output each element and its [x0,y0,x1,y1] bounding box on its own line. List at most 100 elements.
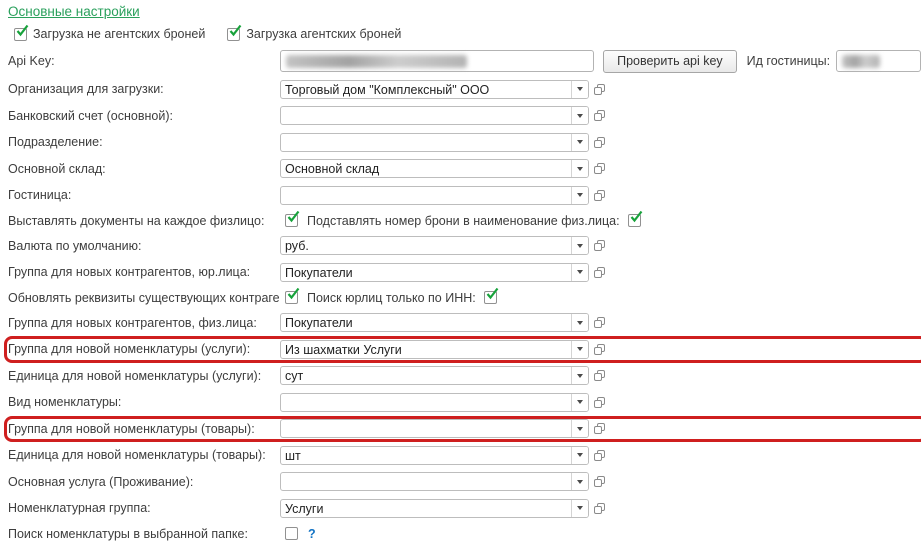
check-icon [286,287,302,303]
field-label: Группа для новой номенклатуры (услуги): [8,342,280,356]
open-icon[interactable] [592,188,607,203]
combo-input[interactable] [280,186,589,205]
combo-input[interactable]: Услуги [280,499,589,518]
api-key-label: Api Key: [8,54,280,68]
field-label: Группа для новых контрагентов, юр.лица: [8,265,280,279]
combo-input[interactable]: сут [280,366,589,385]
check-icon [629,210,645,226]
chevron-down-icon[interactable] [571,367,588,384]
combo-input[interactable]: Торговый дом "Комплексный" ООО [280,80,589,99]
combo-input[interactable]: Из шахматки Услуги [280,340,589,359]
settings-row: Основная услуга (Проживание): [0,469,921,496]
open-icon[interactable] [592,501,607,516]
combo-value[interactable]: Покупатели [281,264,571,281]
chevron-down-icon[interactable] [571,420,588,437]
chevron-down-icon[interactable] [571,107,588,124]
help-icon[interactable]: ? [308,527,316,541]
combo-value[interactable]: Услуги [281,500,571,517]
field-label: Подразделение: [8,135,280,149]
checkbox[interactable] [285,527,298,540]
open-icon[interactable] [592,108,607,123]
field-label: Группа для новой номенклатуры (товары): [8,422,280,436]
hotel-id-label: Ид гостиницы: [747,54,830,68]
combo-value[interactable]: Покупатели [281,314,571,331]
api-key-row: Api Key: Проверить api key Ид гостиницы: [0,49,921,73]
settings-row: Единица для новой номенклатуры (товары):… [0,442,921,469]
open-icon[interactable] [592,474,607,489]
combo-value[interactable] [281,473,571,490]
settings-row: Группа для новой номенклатуры (услуги): … [0,336,921,363]
settings-row: Валюта по умолчанию: руб. [0,233,921,260]
combo-value[interactable] [281,107,571,124]
checkbox[interactable] [285,291,298,304]
chevron-down-icon[interactable] [571,237,588,254]
open-icon[interactable] [592,421,607,436]
open-icon[interactable] [592,135,607,150]
combo-value[interactable]: Из шахматки Услуги [281,341,571,358]
field-label: Основная услуга (Проживание): [8,475,280,489]
combo-input[interactable]: Основной склад [280,159,589,178]
combo-input[interactable]: руб. [280,236,589,255]
api-key-input[interactable] [280,50,594,72]
open-icon[interactable] [592,395,607,410]
combo-value[interactable]: Основной склад [281,160,571,177]
combo-input[interactable] [280,393,589,412]
combo-input[interactable]: Покупатели [280,313,589,332]
combo-value[interactable] [281,420,571,437]
load-options-row: Загрузка не агентских броней Загрузка аг… [14,25,921,43]
chevron-down-icon[interactable] [571,160,588,177]
combo-input[interactable] [280,472,589,491]
redacted-value [286,55,467,68]
combo-value[interactable]: Торговый дом "Комплексный" ООО [281,81,571,98]
combo-value[interactable]: сут [281,367,571,384]
chevron-down-icon[interactable] [571,264,588,281]
open-icon[interactable] [592,265,607,280]
combo-value[interactable]: шт [281,447,571,464]
chevron-down-icon[interactable] [571,394,588,411]
settings-row: Банковский счет (основной): [0,103,921,130]
combo-value[interactable]: руб. [281,237,571,254]
combo-value[interactable] [281,134,571,151]
settings-row: Подразделение: [0,129,921,156]
field-label: Выставлять документы на каждое физлицо: [8,214,280,228]
second-field-label: Поиск юрлиц только по ИНН: [307,291,476,305]
load-agent-checkbox[interactable] [227,28,240,41]
checkbox[interactable] [285,214,298,227]
settings-row: Гостиница: [0,182,921,209]
open-icon[interactable] [592,161,607,176]
checkbox[interactable] [628,214,641,227]
check-icon [485,287,501,303]
open-icon[interactable] [592,238,607,253]
combo-input[interactable] [280,133,589,152]
combo-input[interactable] [280,106,589,125]
field-label: Единица для новой номенклатуры (услуги): [8,369,280,383]
combo-input[interactable] [280,419,589,438]
field-label: Обновлять реквизиты существующих контраг… [8,291,280,305]
chevron-down-icon[interactable] [571,500,588,517]
chevron-down-icon[interactable] [571,81,588,98]
chevron-down-icon[interactable] [571,134,588,151]
section-title-link[interactable]: Основные настройки [8,4,140,19]
open-icon[interactable] [592,448,607,463]
combo-input[interactable]: шт [280,446,589,465]
load-non-agent-checkbox[interactable] [14,28,27,41]
open-icon[interactable] [592,368,607,383]
open-icon[interactable] [592,82,607,97]
chevron-down-icon[interactable] [571,314,588,331]
settings-row: Выставлять документы на каждое физлицо: … [0,209,921,233]
chevron-down-icon[interactable] [571,473,588,490]
combo-input[interactable]: Покупатели [280,263,589,282]
checkbox[interactable] [484,291,497,304]
check-icon [286,210,302,226]
combo-value[interactable] [281,187,571,204]
open-icon[interactable] [592,315,607,330]
chevron-down-icon[interactable] [571,341,588,358]
field-label: Поиск номенклатуры в выбранной папке: [8,527,280,541]
hotel-id-input[interactable] [836,50,921,72]
chevron-down-icon[interactable] [571,447,588,464]
combo-value[interactable] [281,394,571,411]
chevron-down-icon[interactable] [571,187,588,204]
field-label: Банковский счет (основной): [8,109,280,123]
open-icon[interactable] [592,342,607,357]
check-api-key-button[interactable]: Проверить api key [603,50,737,73]
